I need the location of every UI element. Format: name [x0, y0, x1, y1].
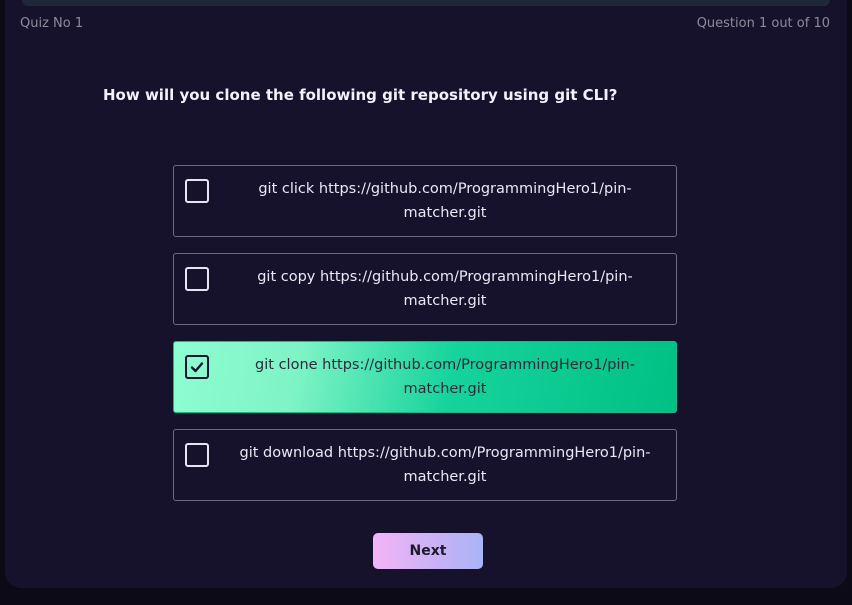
option-checkbox-checked[interactable]	[185, 355, 209, 379]
next-button[interactable]: Next	[373, 533, 483, 569]
quiz-title: Quiz No 1	[20, 16, 84, 31]
answer-option-4[interactable]: git download https://github.com/Programm…	[173, 429, 677, 501]
question-text: How will you clone the following git rep…	[103, 86, 618, 104]
option-label: git clone https://github.com/Programming…	[255, 357, 635, 397]
option-label: git click https://github.com/Programming…	[258, 181, 632, 221]
answer-option-3[interactable]: git clone https://github.com/Programming…	[173, 341, 677, 413]
question-counter: Question 1 out of 10	[696, 16, 830, 31]
option-checkbox[interactable]	[185, 443, 209, 467]
option-label: git download https://github.com/Programm…	[239, 445, 651, 485]
option-checkbox[interactable]	[185, 267, 209, 291]
check-icon	[190, 362, 204, 373]
answer-option-2[interactable]: git copy https://github.com/ProgrammingH…	[173, 253, 677, 325]
option-checkbox[interactable]	[185, 179, 209, 203]
quiz-card: Quiz No 1 Question 1 out of 10 How will …	[5, 0, 847, 588]
option-label: git copy https://github.com/ProgrammingH…	[257, 269, 633, 309]
answer-option-1[interactable]: git click https://github.com/Programming…	[173, 165, 677, 237]
progress-strip	[22, 0, 830, 6]
